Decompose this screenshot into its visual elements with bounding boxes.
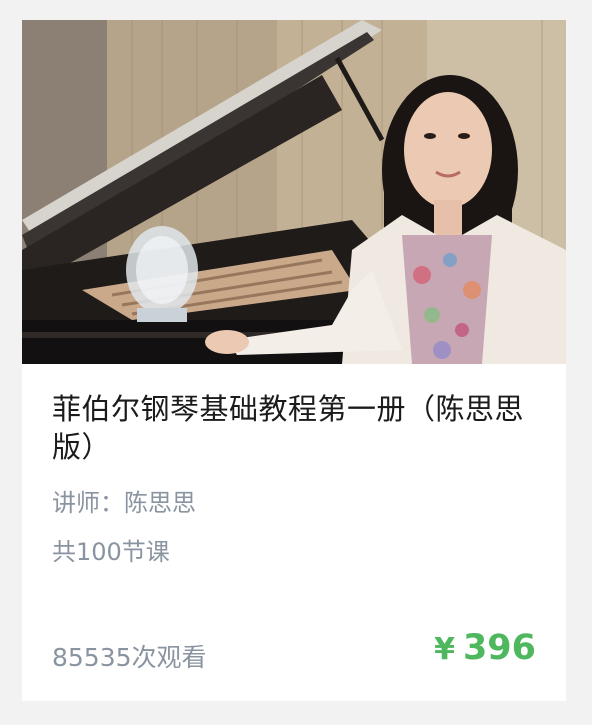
currency-symbol: ¥ <box>434 632 455 667</box>
course-card[interactable]: 菲伯尔钢琴基础教程第一册（陈思思版） 讲师：陈思思 共100节课 85535次观… <box>22 20 566 701</box>
price-amount: 396 <box>462 628 536 668</box>
cover-illustration <box>22 20 566 364</box>
course-price: ¥396 <box>434 628 536 668</box>
course-teacher: 讲师：陈思思 <box>52 489 196 517</box>
course-view-count: 85535次观看 <box>52 643 207 672</box>
course-lesson-count: 共100节课 <box>52 538 170 566</box>
course-title[interactable]: 菲伯尔钢琴基础教程第一册（陈思思版） <box>52 390 542 466</box>
course-cover-image[interactable] <box>22 20 566 364</box>
